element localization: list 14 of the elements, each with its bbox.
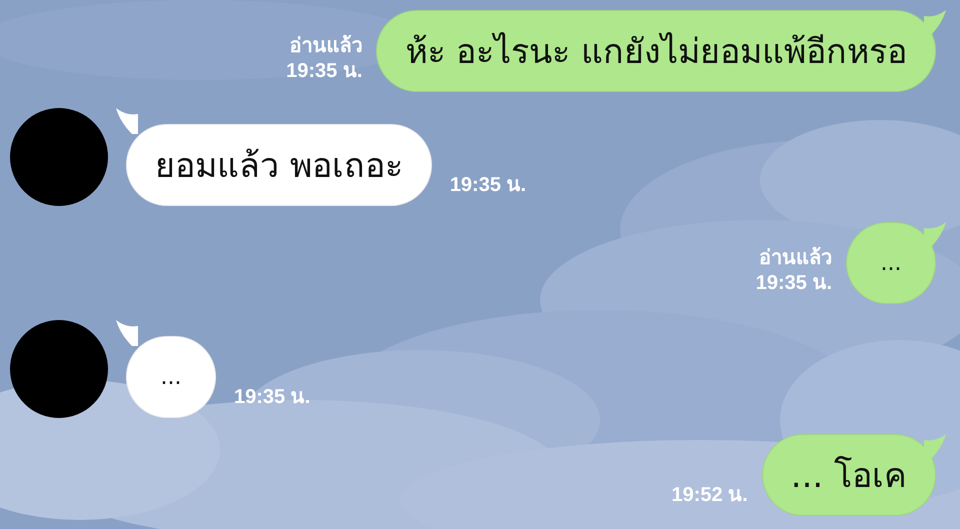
message-bubble: ยอมแล้ว พอเถอะ [126, 124, 432, 206]
timestamp: 19:35 น. [286, 59, 362, 84]
bubble-tail [116, 108, 138, 134]
bubble-tail [116, 320, 138, 346]
bubble-tail [924, 222, 946, 248]
timestamp: 19:35 น. [234, 385, 310, 410]
timestamp: 19:35 น. [450, 173, 526, 198]
bubble-tail [924, 434, 946, 460]
read-receipt: อ่านแล้ว [759, 246, 832, 271]
message-bubble: ห้ะ อะไรนะ แกยังไม่ยอมแพ้อีกหรอ [376, 10, 936, 92]
timestamp: 19:35 น. [756, 271, 832, 296]
timestamp: 19:52 น. [672, 483, 748, 508]
bubble-tail [924, 10, 946, 36]
read-receipt: อ่านแล้ว [289, 34, 362, 59]
